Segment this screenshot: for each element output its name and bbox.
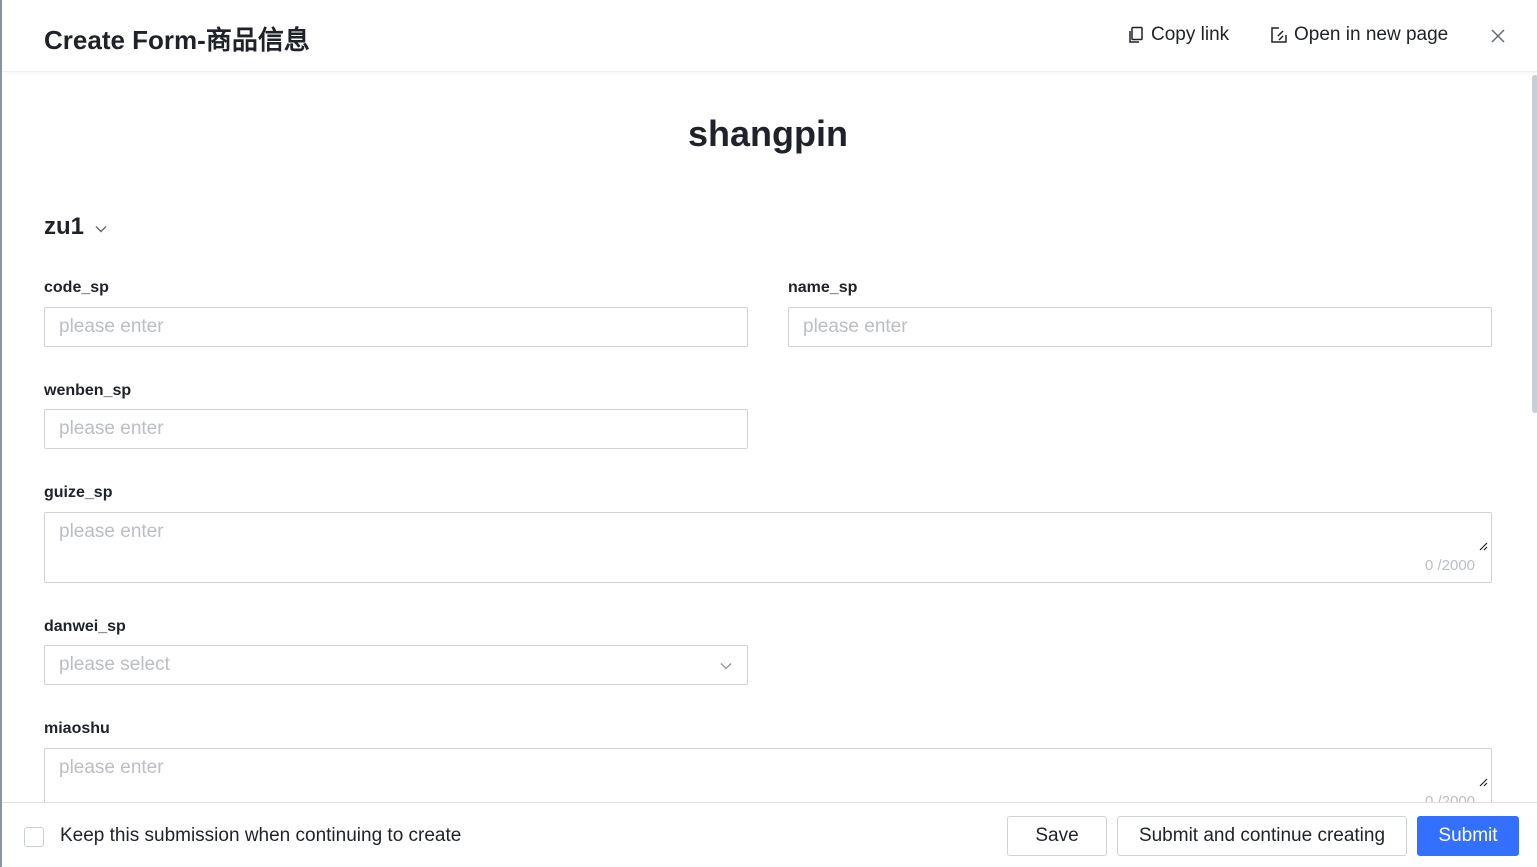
name-sp-label: name_sp	[788, 279, 858, 296]
copy-link-label: Copy link	[1151, 24, 1230, 45]
copy-icon	[1129, 26, 1143, 43]
modal-footer: Keep this submission when continuing to …	[2, 802, 1537, 867]
wenben-sp-input[interactable]	[44, 409, 748, 449]
close-icon[interactable]	[1489, 27, 1507, 45]
miaoshu-char-counter: 0 /2000	[1424, 793, 1475, 802]
guize-sp-field: 0 /2000	[44, 512, 1492, 583]
resize-handle-icon[interactable]	[1478, 541, 1488, 551]
miaoshu-field: 0 /2000	[44, 748, 1492, 802]
save-button[interactable]: Save	[1007, 816, 1107, 856]
guize-sp-char-counter: 0 /2000	[1424, 557, 1475, 574]
wenben-sp-label: wenben_sp	[44, 382, 132, 399]
keep-submission-label: Keep this submission when continuing to …	[60, 825, 462, 846]
group-zu1-toggle[interactable]: zu1	[44, 213, 108, 241]
modal-header: Create Form-商品信息 Copy link Open in new p…	[2, 0, 1537, 72]
guize-sp-textarea[interactable]	[45, 513, 1491, 582]
submit-button[interactable]: Submit	[1417, 816, 1519, 856]
chevron-down-icon	[720, 663, 732, 670]
name-sp-input[interactable]	[788, 307, 1492, 347]
danwei-sp-label: danwei_sp	[44, 618, 126, 635]
miaoshu-textarea[interactable]	[45, 749, 1491, 802]
danwei-sp-select[interactable]: please select	[44, 645, 748, 685]
form-title: shangpin	[688, 113, 848, 154]
danwei-sp-placeholder: please select	[59, 654, 170, 675]
code-sp-input[interactable]	[44, 307, 748, 347]
code-sp-label: code_sp	[44, 279, 109, 296]
open-new-page-button[interactable]: Open in new page	[1270, 24, 1448, 46]
modal-title: Create Form-商品信息	[44, 25, 310, 55]
miaoshu-label: miaoshu	[44, 720, 110, 737]
form-modal: Create Form-商品信息 Copy link Open in new p…	[0, 0, 1537, 867]
keep-submission-checkbox[interactable]	[24, 827, 44, 847]
chevron-down-icon	[95, 226, 107, 233]
group-label: zu1	[44, 213, 85, 240]
guize-sp-label: guize_sp	[44, 484, 113, 501]
open-new-page-icon	[1271, 27, 1287, 43]
resize-handle-icon[interactable]	[1478, 777, 1488, 787]
open-new-page-label: Open in new page	[1294, 24, 1449, 45]
form-body[interactable]: shangpin zu1 code_sp name_sp wenben_sp g…	[2, 73, 1537, 802]
vertical-scrollbar[interactable]	[1532, 75, 1537, 413]
copy-link-button[interactable]: Copy link	[1127, 24, 1229, 46]
submit-and-continue-button[interactable]: Submit and continue creating	[1117, 816, 1407, 856]
